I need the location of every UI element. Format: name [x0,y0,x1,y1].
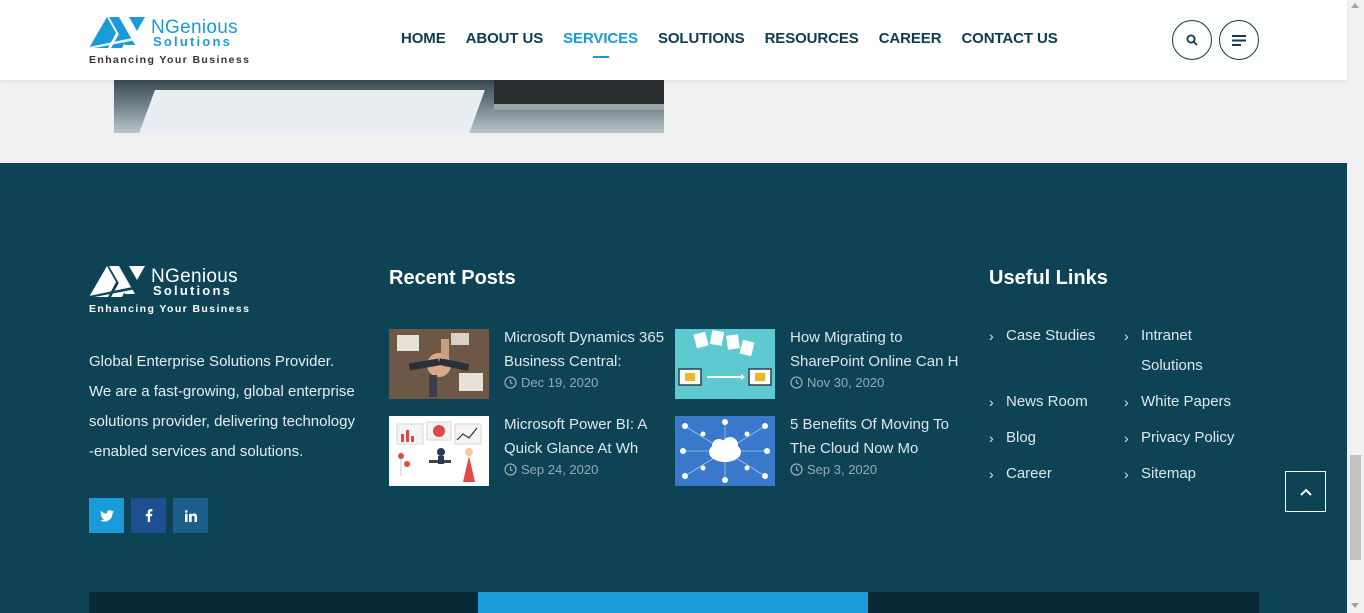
post-date-text: Dec 19, 2020 [521,375,599,390]
nav-home[interactable]: HOME [401,30,446,47]
twitter-icon [99,509,114,522]
post-title[interactable]: Microsoft Dynamics 365 Business Central: [504,326,674,374]
useful-links-title: Useful Links [989,267,1108,289]
link-sitemap[interactable]: › Sitemap [1124,459,1196,489]
link-news-room[interactable]: › News Room [989,387,1088,417]
clock-icon [504,463,517,476]
post-date: Nov 30, 2020 [790,375,884,390]
link-label: White Papers [1141,393,1232,410]
article-image [114,80,664,133]
image-laptop [494,80,664,110]
bottom-bar-right [868,592,1259,613]
link-label: Career [1006,465,1052,482]
power-bi-dashboard-image [389,416,489,486]
linkedin-button[interactable] [173,498,208,533]
bottom-bar-left [89,592,478,613]
description-line: -enabled services and solutions. [89,443,304,460]
teamwork-hands-image [389,329,489,399]
recent-posts-title: Recent Posts [389,267,516,289]
post-date: Dec 19, 2020 [504,375,598,390]
link-label: Intranet Solutions [1141,327,1203,374]
chevron-right-icon: › [1124,394,1129,410]
nav-resources[interactable]: RESOURCES [765,30,859,47]
footer-logo[interactable]: NGenious Solutions Enhancing Your Busine… [89,263,259,315]
description-line: Global Enterprise Solutions Provider. [89,353,335,370]
footer-description: Global Enterprise Solutions Provider. We… [89,347,364,467]
nav-contact-us[interactable]: CONTACT US [961,30,1057,47]
post-thumbnail[interactable] [389,329,489,399]
cloud-network-image [675,416,775,486]
chevron-right-icon: › [989,466,994,482]
hamburger-menu-icon [1232,34,1246,46]
post-date-text: Nov 30, 2020 [807,375,885,390]
post-thumbnail[interactable] [389,416,489,486]
footer-logo-text-sub: Solutions [153,283,233,298]
image-notebook [133,90,485,133]
link-label: News Room [1006,393,1088,410]
chevron-right-icon: › [989,328,994,344]
chevron-right-icon: › [989,430,994,446]
post-item[interactable]: 5 Benefits Of Moving To The Cloud Now Mo… [675,413,965,486]
main-nav: HOME ABOUT US SERVICES SOLUTIONS RESOURC… [401,30,1058,58]
link-label: Privacy Policy [1141,429,1235,446]
nav-about-us[interactable]: ABOUT US [466,30,544,47]
logo-text-sub: Solutions [153,34,233,49]
chevron-right-icon: › [1124,430,1129,446]
clock-icon [790,376,803,389]
facebook-button[interactable] [131,498,166,533]
post-title[interactable]: How Migrating to SharePoint Online Can H [790,326,960,374]
logo-mark-icon [89,17,147,49]
linkedin-icon [184,509,197,522]
description-line: solutions provider, delivering technolog… [89,413,355,430]
chevron-right-icon: › [1124,466,1129,482]
clock-icon [790,463,803,476]
twitter-button[interactable] [89,498,124,533]
logo-tagline: Enhancing Your Business [89,54,251,66]
post-thumbnail[interactable] [675,416,775,486]
post-date-text: Sep 24, 2020 [521,462,599,477]
scroll-down-arrow-icon[interactable] [1351,603,1359,608]
chevron-right-icon: › [1124,328,1129,344]
header-logo[interactable]: NGenious Solutions Enhancing Your Busine… [89,14,259,66]
link-privacy-policy[interactable]: › Privacy Policy [1124,423,1234,453]
logo-mark-icon [89,266,147,298]
link-white-papers[interactable]: › White Papers [1124,387,1231,417]
description-line: We are a fast-growing, global enterprise [89,383,355,400]
post-item[interactable]: Microsoft Power BI: A Quick Glance At Wh… [389,413,679,486]
nav-career[interactable]: CAREER [879,30,942,47]
post-date: Sep 3, 2020 [790,462,877,477]
link-label: Case Studies [1006,327,1096,344]
site-footer: NGenious Solutions Enhancing Your Busine… [0,163,1347,613]
facebook-icon [145,509,152,522]
post-date-text: Sep 3, 2020 [807,462,878,477]
link-career[interactable]: › Career [989,459,1052,489]
post-title[interactable]: Microsoft Power BI: A Quick Glance At Wh [504,413,674,461]
link-intranet-solutions[interactable]: › Intranet Solutions [1124,321,1224,381]
page-scrollbar[interactable] [1347,0,1364,613]
link-blog[interactable]: › Blog [989,423,1036,453]
post-item[interactable]: How Migrating to SharePoint Online Can H… [675,326,965,399]
chevron-up-icon [1299,488,1312,496]
post-item[interactable]: Microsoft Dynamics 365 Business Central:… [389,326,679,399]
back-to-top-button[interactable] [1285,471,1326,512]
bottom-bar-highlight [478,592,868,613]
post-date: Sep 24, 2020 [504,462,598,477]
link-label: Blog [1006,429,1037,446]
nav-solutions[interactable]: SOLUTIONS [658,30,745,47]
link-label: Sitemap [1141,465,1197,482]
scroll-up-arrow-icon[interactable] [1351,3,1359,8]
clock-icon [504,376,517,389]
post-title[interactable]: 5 Benefits Of Moving To The Cloud Now Mo [790,413,960,461]
sharepoint-migration-image [675,329,775,399]
scrollbar-thumb[interactable] [1350,455,1361,560]
post-thumbnail[interactable] [675,329,775,399]
search-button[interactable] [1172,20,1212,60]
footer-logo-tagline: Enhancing Your Business [89,303,251,315]
nav-services[interactable]: SERVICES [563,30,638,58]
chevron-right-icon: › [989,394,994,410]
menu-button[interactable] [1219,20,1259,60]
search-icon [1186,34,1198,46]
link-case-studies[interactable]: › Case Studies [989,321,1095,351]
site-header: NGenious Solutions Enhancing Your Busine… [0,0,1347,80]
